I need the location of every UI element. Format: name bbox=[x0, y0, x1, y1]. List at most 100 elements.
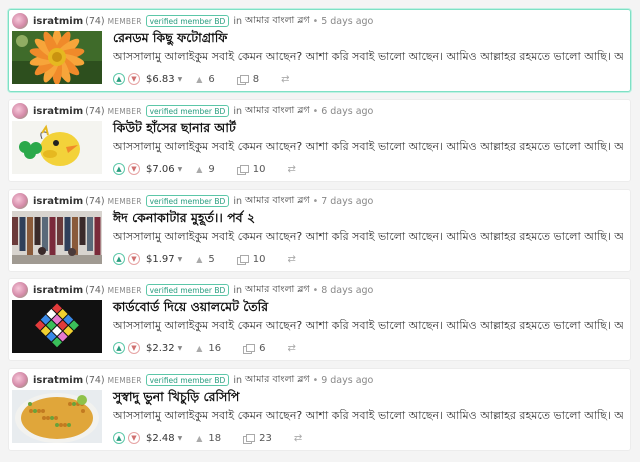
resteem-icon[interactable]: ⇄ bbox=[294, 433, 302, 444]
avatar[interactable] bbox=[12, 193, 28, 209]
post-summary[interactable]: আসসালামু আলাইকুম সবাই কেমন আছেন? আশা করি… bbox=[113, 228, 623, 247]
in-label: in bbox=[233, 15, 242, 27]
post-card[interactable]: isratmim (74) MEMBER verified member BD … bbox=[8, 9, 631, 92]
member-label: MEMBER bbox=[107, 285, 142, 295]
post-thumbnail-khichuri[interactable] bbox=[12, 390, 102, 443]
separator-dot: • bbox=[312, 195, 319, 207]
author-name[interactable]: isratmim bbox=[33, 375, 83, 386]
voters-count[interactable]: ▲ 6 bbox=[196, 74, 215, 85]
chevron-up-icon[interactable]: ▲ bbox=[113, 342, 125, 354]
post-summary[interactable]: আসসালামু আলাইকুম সবাই কেমন আছেন? আশা করি… bbox=[113, 138, 623, 157]
chevron-down-icon[interactable]: ▼ bbox=[128, 432, 140, 444]
votes-value: 6 bbox=[208, 73, 215, 85]
post-card[interactable]: isratmim (74) MEMBER verified member BD … bbox=[8, 278, 631, 361]
author-reputation: (74) bbox=[85, 195, 105, 207]
community-link[interactable]: আমার বাংলা ব্লগ bbox=[245, 373, 310, 388]
post-title[interactable]: রেনডম কিছু ফটোগ্রাফি bbox=[113, 30, 227, 50]
post-footer: ▲ ▼ $1.97 ▼ ▲ 5 10 ⇄ bbox=[113, 251, 296, 267]
community-link[interactable]: আমার বাংলা ব্লগ bbox=[245, 104, 310, 119]
post-time[interactable]: 7 days ago bbox=[321, 196, 373, 207]
chevron-down-icon[interactable]: ▼ bbox=[128, 342, 140, 354]
replies-value: 23 bbox=[259, 432, 272, 444]
replies-count[interactable]: 8 bbox=[236, 74, 259, 85]
chevron-up-icon[interactable]: ▲ bbox=[113, 73, 125, 85]
community-link[interactable]: আমার বাংলা ব্লগ bbox=[245, 283, 310, 298]
avatar[interactable] bbox=[12, 103, 28, 119]
voters-count[interactable]: ▲ 16 bbox=[196, 343, 221, 354]
post-time[interactable]: 6 days ago bbox=[321, 106, 373, 117]
post-footer: ▲ ▼ $7.06 ▼ ▲ 9 10 ⇄ bbox=[113, 161, 296, 177]
chevron-up-icon[interactable]: ▲ bbox=[113, 163, 125, 175]
post-title[interactable]: ঈদ কেনাকাটার মুহূর্ত।। পর্ব ২ bbox=[113, 210, 255, 230]
post-summary[interactable]: আসসালামু আলাইকুম সবাই কেমন আছেন? আশা করি… bbox=[113, 48, 623, 67]
author-reputation: (74) bbox=[85, 374, 105, 386]
payout-value[interactable]: $7.06 bbox=[146, 164, 175, 175]
post-feed: isratmim (74) MEMBER verified member BD … bbox=[0, 0, 640, 462]
resteem-icon[interactable]: ⇄ bbox=[288, 343, 296, 354]
voters-icon: ▲ bbox=[196, 433, 203, 443]
post-time[interactable]: 5 days ago bbox=[321, 16, 373, 27]
post-title[interactable]: কার্ডবোর্ড দিয়ে ওয়ালমেট তৈরি bbox=[113, 299, 268, 319]
post-thumbnail-wallmat[interactable] bbox=[12, 300, 102, 353]
author-name[interactable]: isratmim bbox=[33, 285, 83, 296]
replies-value: 10 bbox=[252, 163, 266, 175]
post-title[interactable]: কিউট হাঁসের ছানার আর্ট bbox=[113, 120, 236, 140]
voters-count[interactable]: ▲ 5 bbox=[196, 254, 215, 265]
voters-count[interactable]: ▲ 18 bbox=[196, 433, 221, 444]
separator-dot: • bbox=[312, 374, 319, 386]
resteem-icon[interactable]: ⇄ bbox=[281, 74, 289, 85]
voters-icon: ▲ bbox=[196, 343, 203, 353]
post-summary[interactable]: আসসালামু আলাইকুম সবাই কেমন আছেন? আশা করি… bbox=[113, 317, 623, 336]
post-header: isratmim (74) MEMBER verified member BD … bbox=[12, 102, 373, 120]
payout-value[interactable]: $2.48 bbox=[146, 433, 175, 444]
replies-count[interactable]: 6 bbox=[243, 343, 266, 354]
caret-down-icon[interactable]: ▼ bbox=[178, 76, 183, 83]
post-summary[interactable]: আসসালামু আলাইকুম সবাই কেমন আছেন? আশা করি… bbox=[113, 407, 623, 426]
member-label: MEMBER bbox=[107, 196, 142, 206]
author-name[interactable]: isratmim bbox=[33, 16, 83, 27]
chevron-up-icon[interactable]: ▲ bbox=[113, 432, 125, 444]
post-card[interactable]: isratmim (74) MEMBER verified member BD … bbox=[8, 99, 631, 182]
avatar[interactable] bbox=[12, 282, 28, 298]
chevron-down-icon[interactable]: ▼ bbox=[128, 253, 140, 265]
caret-down-icon[interactable]: ▼ bbox=[178, 435, 183, 442]
caret-down-icon[interactable]: ▼ bbox=[178, 256, 183, 263]
replies-count[interactable]: 10 bbox=[236, 254, 266, 265]
author-reputation: (74) bbox=[85, 105, 105, 117]
post-header: isratmim (74) MEMBER verified member BD … bbox=[12, 12, 373, 30]
payout-value[interactable]: $1.97 bbox=[146, 254, 175, 265]
avatar[interactable] bbox=[12, 372, 28, 388]
caret-down-icon[interactable]: ▼ bbox=[178, 166, 183, 173]
post-title[interactable]: সুস্বাদু ভুনা খিচুড়ি রেসিপি bbox=[113, 389, 239, 409]
replies-count[interactable]: 10 bbox=[236, 163, 266, 175]
author-name[interactable]: isratmim bbox=[33, 196, 83, 207]
caret-down-icon[interactable]: ▼ bbox=[178, 345, 183, 352]
author-name[interactable]: isratmim bbox=[33, 106, 83, 117]
chevron-down-icon[interactable]: ▼ bbox=[128, 73, 140, 85]
voters-icon: ▲ bbox=[196, 254, 203, 264]
post-card[interactable]: isratmim (74) MEMBER verified member BD … bbox=[8, 368, 631, 451]
replies-icon bbox=[236, 254, 249, 265]
post-time[interactable]: 8 days ago bbox=[321, 285, 373, 296]
post-card[interactable]: isratmim (74) MEMBER verified member BD … bbox=[8, 189, 631, 272]
post-thumbnail-shop[interactable] bbox=[12, 211, 102, 264]
community-link[interactable]: আমার বাংলা ব্লগ bbox=[245, 14, 310, 29]
payout-value[interactable]: $2.32 bbox=[146, 343, 175, 354]
post-thumbnail-duckling[interactable] bbox=[12, 121, 102, 174]
in-label: in bbox=[233, 195, 242, 207]
post-thumbnail-flower[interactable] bbox=[12, 31, 102, 84]
voters-count[interactable]: ▲ 9 bbox=[196, 164, 215, 175]
votes-value: 9 bbox=[208, 163, 215, 175]
post-time[interactable]: 9 days ago bbox=[321, 375, 373, 386]
avatar[interactable] bbox=[12, 13, 28, 29]
chevron-down-icon[interactable]: ▼ bbox=[128, 163, 140, 175]
post-header: isratmim (74) MEMBER verified member BD … bbox=[12, 192, 373, 210]
community-link[interactable]: আমার বাংলা ব্লগ bbox=[245, 194, 310, 209]
chevron-up-icon[interactable]: ▲ bbox=[113, 253, 125, 265]
votes-value: 16 bbox=[208, 342, 222, 354]
resteem-icon[interactable]: ⇄ bbox=[288, 254, 296, 265]
resteem-icon[interactable]: ⇄ bbox=[288, 164, 296, 175]
replies-count[interactable]: 23 bbox=[243, 433, 272, 444]
votes-value: 18 bbox=[208, 432, 222, 444]
payout-value[interactable]: $6.83 bbox=[146, 74, 175, 85]
